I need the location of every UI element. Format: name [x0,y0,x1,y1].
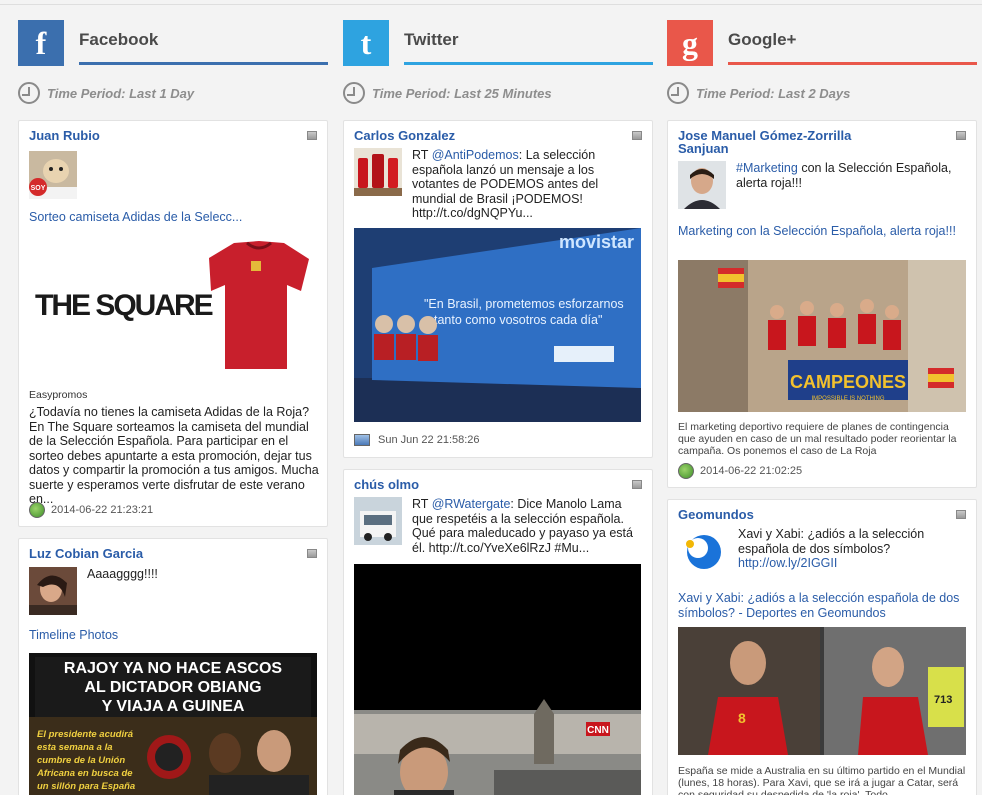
twitter-column: t Twitter Time Period: Last 25 Minutes C… [343,0,653,795]
globe-icon [678,463,694,479]
avatar[interactable] [678,528,726,576]
svg-text:CNN: CNN [587,725,609,736]
post-author[interactable]: Carlos Gonzalez [354,129,455,142]
clock-icon [667,82,689,104]
image-icon [354,434,370,446]
googleplus-time-period[interactable]: Time Period: Last 2 Days [667,81,850,105]
googleplus-logo-icon: g [667,20,713,66]
svg-text:tanto como vosotros cada día": tanto como vosotros cada día" [434,313,602,327]
post-message: #Marketing con la Selección Española, al… [736,161,952,190]
avatar[interactable] [354,497,402,545]
svg-text:RAJOY YA NO HACE ASCOS: RAJOY YA NO HACE ASCOS [64,660,282,677]
svg-text:"En Brasil, prometemos esforza: "En Brasil, prometemos esforzarnos [424,297,624,311]
post-body: RT @RWatergate: Dice Manolo Lama que res… [412,497,633,555]
googleplus-post-card: Geomundos Xavi y Xabi: ¿adiós a la selec… [667,499,977,795]
post-message: Xavi y Xabi: ¿adiós a la selección españ… [738,527,925,570]
post-image[interactable]: movistar "En Brasil, prometemos esforzar… [354,228,641,422]
post-source: Easypromos [29,389,88,401]
googleplus-underline [728,62,977,65]
googleplus-post-card: Jose Manuel Gómez-Zorrilla Sanjuan #Mark… [667,120,977,488]
post-body: El marketing deportivo requiere de plane… [678,421,957,457]
svg-text:cumbre de la Unión: cumbre de la Unión [37,755,125,766]
mention-link[interactable]: @RWatergate [432,497,511,511]
facebook-title: Facebook [79,30,159,49]
avatar[interactable] [354,148,402,196]
svg-text:un sillón para España: un sillón para España [37,781,135,792]
googleplus-column: g Google+ Time Period: Last 2 Days Jose … [667,0,977,795]
svg-text:Y VIAJA A GUINEA: Y VIAJA A GUINEA [102,698,245,715]
svg-text:THE SQUARE: THE SQUARE [35,289,213,322]
twitter-logo-icon: t [343,20,389,66]
svg-text:esta semana a la: esta semana a la [37,742,113,753]
svg-text:SOY: SOY [31,185,46,192]
post-body: ¿Todavía no tienes la camiseta Adidas de… [29,405,319,506]
svg-text:AL DICTADOR OBIANG: AL DICTADOR OBIANG [84,679,261,696]
clock-icon [18,82,40,104]
post-menu-icon[interactable] [307,131,317,140]
googleplus-title: Google+ [728,30,797,49]
avatar[interactable] [678,161,726,209]
facebook-logo-icon: f [18,20,64,66]
message-link[interactable]: http://ow.ly/2IGGII [738,556,837,570]
post-link[interactable]: Xavi y Xabi: ¿adiós a la selección españ… [678,591,968,621]
post-link[interactable]: Sorteo camiseta Adidas de la Selecc... [29,210,242,225]
post-image[interactable]: CNN [354,564,641,795]
post-image[interactable]: 8 713 [678,627,966,755]
post-menu-icon[interactable] [632,131,642,140]
post-author[interactable]: Juan Rubio [29,129,100,142]
facebook-underline [79,62,328,65]
post-image[interactable]: CAMPEONES IMPOSSIBLE IS NOTHING [678,260,966,412]
twitter-time-period[interactable]: Time Period: Last 25 Minutes [343,81,552,105]
svg-text:8: 8 [738,710,746,726]
facebook-time-period[interactable]: Time Period: Last 1 Day [18,81,194,105]
facebook-column: f Facebook Time Period: Last 1 Day Juan … [18,0,328,795]
svg-text:El presidente acudirá: El presidente acudirá [37,729,133,740]
svg-text:713: 713 [934,694,952,706]
post-message: Aaaagggg!!!! [87,567,158,581]
post-timestamp: 2014-06-22 21:02:25 [678,463,802,479]
svg-text:CAMPEONES: CAMPEONES [790,372,906,392]
post-menu-icon[interactable] [632,480,642,489]
post-link[interactable]: Marketing con la Selección Española, ale… [678,224,968,239]
twitter-title: Twitter [404,30,459,49]
twitter-post-card: Carlos Gonzalez RT @AntiPodemos: La sele… [343,120,653,458]
post-menu-icon[interactable] [956,131,966,140]
post-author[interactable]: chús olmo [354,478,419,491]
googleplus-header: g Google+ [667,20,977,66]
post-body: España se mide a Australia en su último … [678,765,966,795]
globe-icon [29,502,45,518]
twitter-underline [404,62,653,65]
post-author[interactable]: Geomundos [678,508,754,521]
hashtag-link[interactable]: #Marketing [736,161,798,175]
avatar[interactable] [29,567,77,615]
post-menu-icon[interactable] [956,510,966,519]
facebook-post-card: Juan Rubio SOY Sorteo camiseta Adidas de… [18,120,328,527]
post-image[interactable]: THE SQUARE [29,233,317,381]
clock-icon [343,82,365,104]
avatar[interactable]: SOY [29,151,77,199]
post-timestamp: Sun Jun 22 21:58:26 [354,434,480,446]
svg-text:Africana en busca de: Africana en busca de [36,768,133,779]
post-image[interactable]: RAJOY YA NO HACE ASCOS AL DICTADOR OBIAN… [29,653,317,795]
svg-text:movistar: movistar [559,232,634,252]
twitter-post-card: chús olmo RT @RWatergate: Dice Manolo La… [343,469,653,795]
post-author[interactable]: Jose Manuel Gómez-Zorrilla Sanjuan [678,129,878,155]
mention-link[interactable]: @AntiPodemos [432,148,519,162]
post-body: RT @AntiPodemos: La selección española l… [412,148,599,220]
post-timestamp: 2014-06-22 21:23:21 [29,502,153,518]
svg-text:IMPOSSIBLE IS NOTHING: IMPOSSIBLE IS NOTHING [811,396,884,402]
twitter-header: t Twitter [343,20,653,66]
post-author[interactable]: Luz Cobian Garcia [29,547,143,560]
facebook-header: f Facebook [18,20,328,66]
post-menu-icon[interactable] [307,549,317,558]
facebook-post-card: Luz Cobian Garcia Aaaagggg!!!! Timeline … [18,538,328,795]
post-link[interactable]: Timeline Photos [29,628,118,643]
